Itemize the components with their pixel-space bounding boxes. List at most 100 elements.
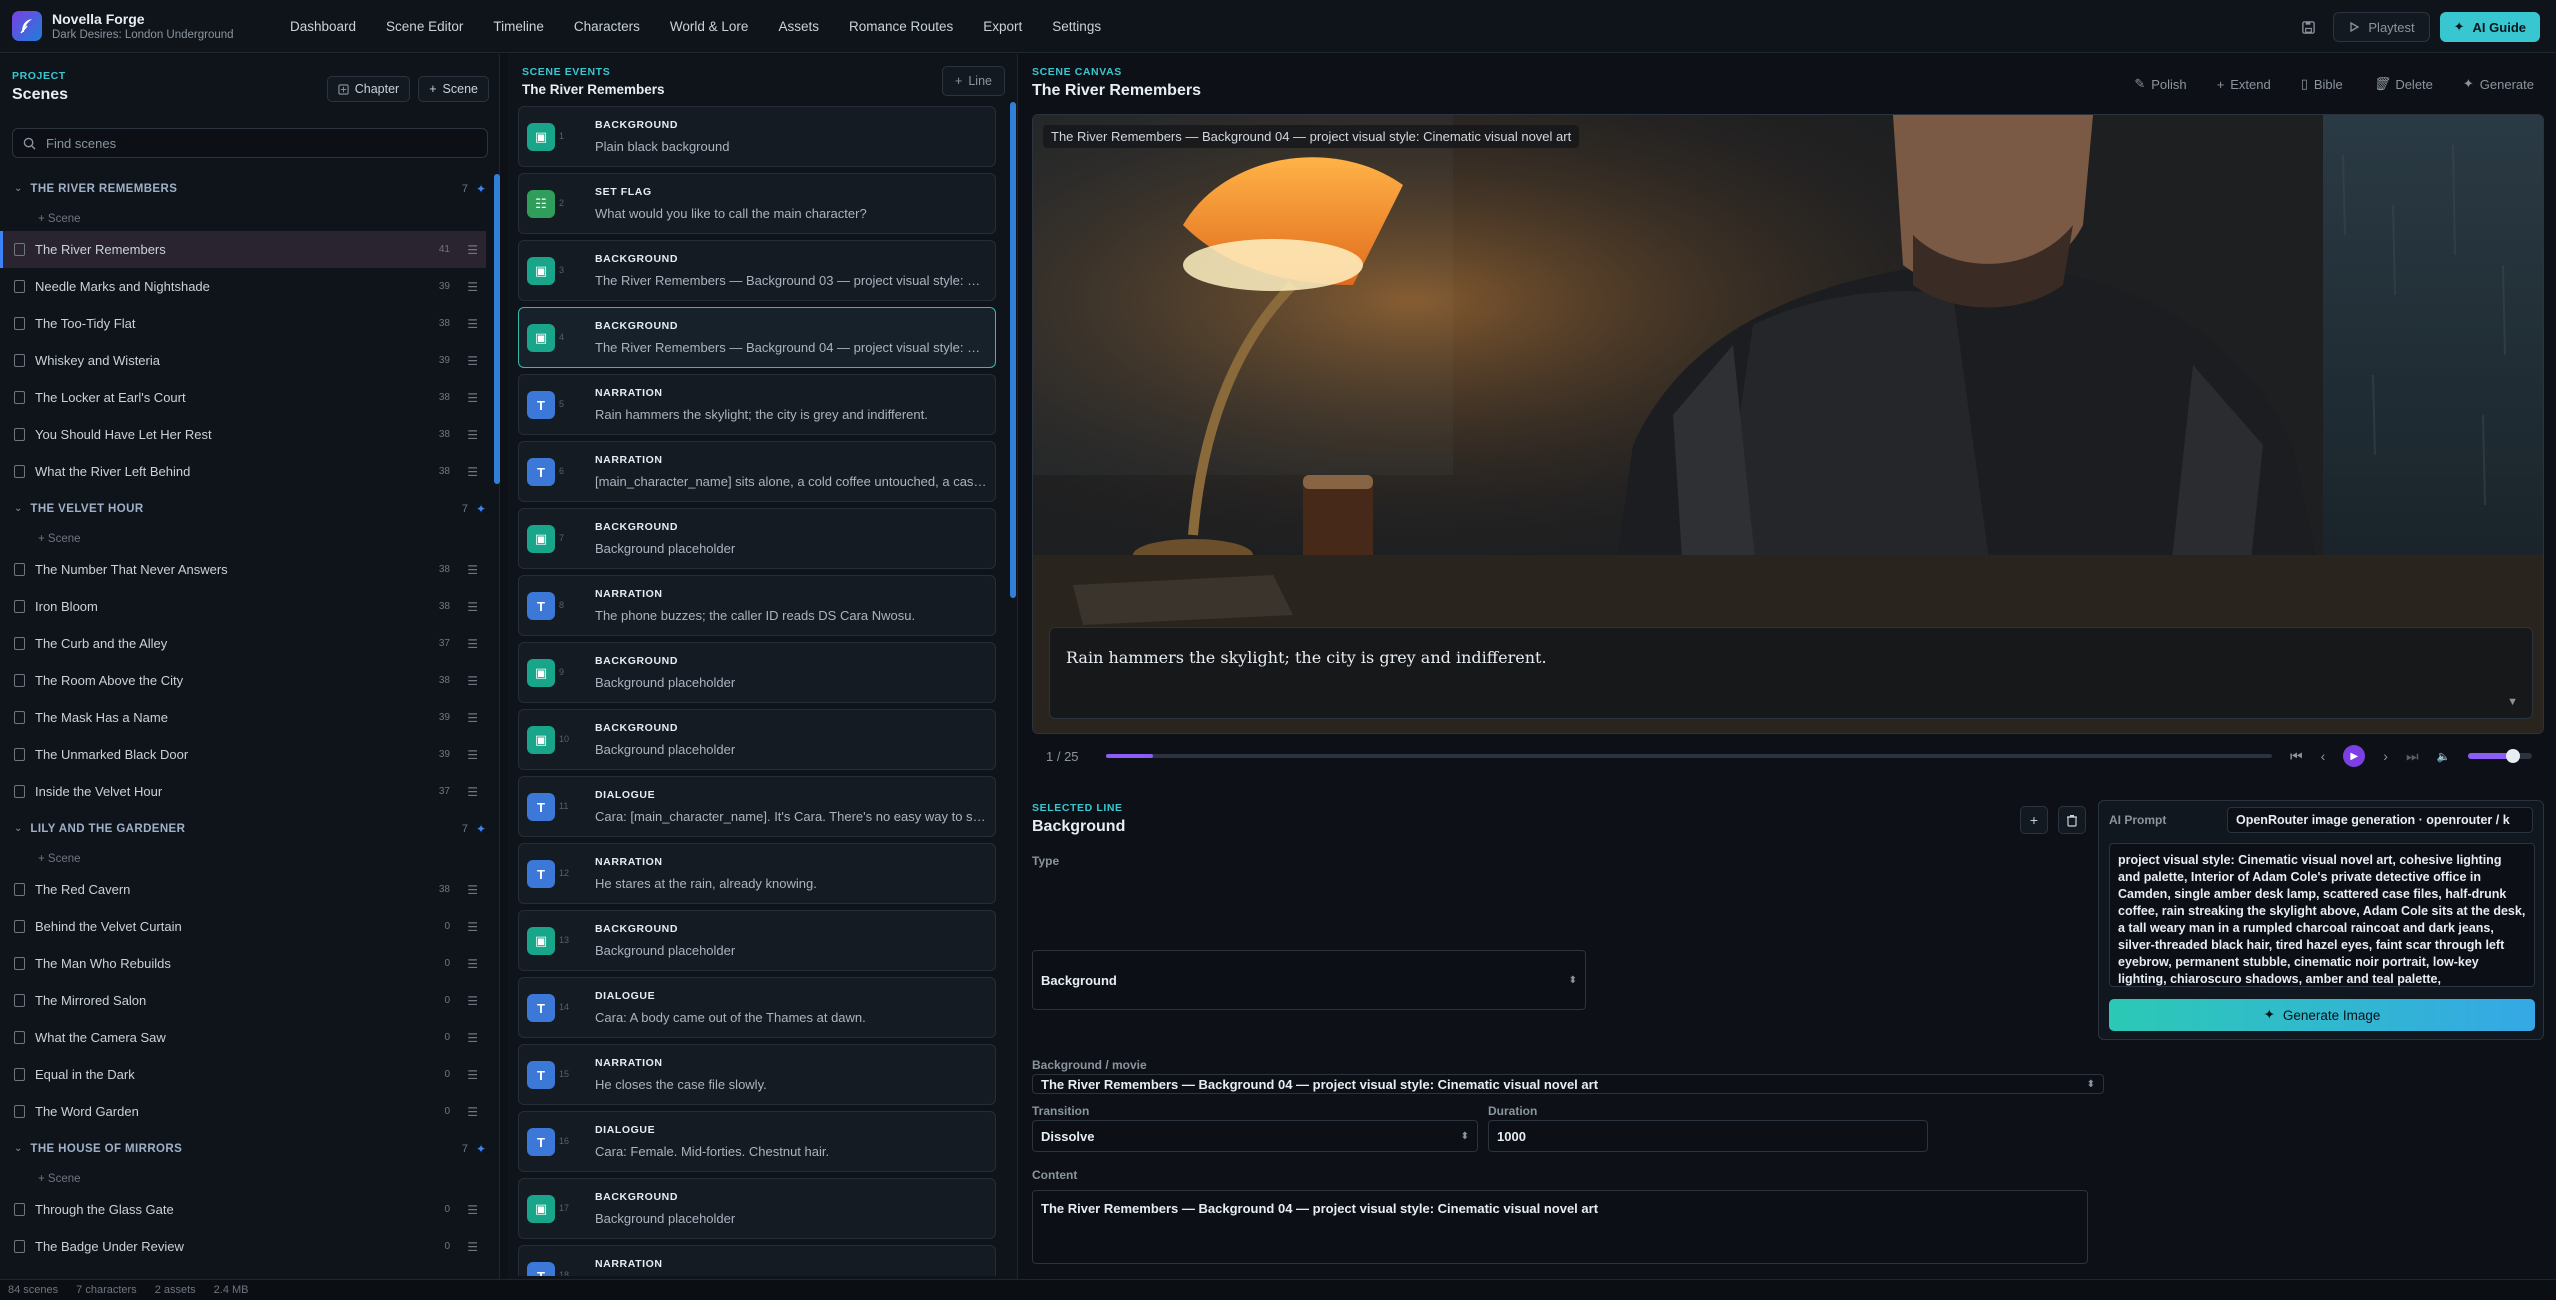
add-scene-button[interactable]: + Scene — [418, 76, 489, 102]
scene-item[interactable]: The Mask Has a Name 39 ☰ — [0, 699, 486, 736]
scene-preview[interactable]: The River Remembers — Background 04 — pr… — [1032, 114, 2544, 734]
volume-slider[interactable] — [2468, 749, 2533, 763]
menu-icon[interactable]: ☰ — [467, 1105, 478, 1119]
event-card[interactable]: T 11 DIALOGUE Cara: [main_character_name]. … — [518, 776, 996, 837]
chapter-header[interactable]: ⌄ THE VELVET HOUR 7 ✦ — [0, 490, 486, 527]
playtest-button[interactable]: Playtest — [2333, 12, 2430, 42]
scene-item[interactable]: The Red Cavern 38 ☰ — [0, 871, 486, 908]
scene-item[interactable]: The Mirrored Salon 0 ☰ — [0, 982, 486, 1019]
wand-icon[interactable]: ✦ — [476, 1142, 486, 1156]
menu-icon[interactable]: ☰ — [467, 994, 478, 1008]
nav-dashboard[interactable]: Dashboard — [290, 19, 356, 34]
event-card[interactable]: ☷ 2 SET FLAG What would you like to call th… — [518, 173, 996, 234]
wand-icon[interactable]: ✦ — [476, 822, 486, 836]
wand-icon[interactable]: ✦ — [476, 182, 486, 196]
polish-button[interactable]: ✎ Polish — [2134, 76, 2186, 92]
volume-icon[interactable]: 🔈 — [2437, 750, 2451, 763]
menu-icon[interactable]: ☰ — [467, 1203, 478, 1217]
scene-item[interactable]: The River Remembers 41 ☰ — [0, 231, 486, 268]
menu-icon[interactable]: ☰ — [467, 563, 478, 577]
save-icon[interactable] — [2293, 12, 2323, 42]
add-scene-link[interactable]: + Scene — [0, 527, 486, 551]
scene-item[interactable]: The Locker at Earl's Court 38 ☰ — [0, 379, 486, 416]
event-card[interactable]: ▣ 9 BACKGROUND Background placeholder — [518, 642, 996, 703]
model-select[interactable]: OpenRouter image generation · openrouter… — [2227, 807, 2533, 833]
menu-icon[interactable]: ☰ — [467, 637, 478, 651]
menu-icon[interactable]: ☰ — [467, 465, 478, 479]
scene-item[interactable]: The Room Above the City 38 ☰ — [0, 662, 486, 699]
menu-icon[interactable]: ☰ — [467, 280, 478, 294]
progress-track[interactable] — [1106, 754, 2272, 758]
chevron-down-icon[interactable]: ⌄ — [14, 823, 22, 834]
scene-item[interactable]: The Unmarked Black Door 39 ☰ — [0, 736, 486, 773]
event-card[interactable]: ▣ 10 BACKGROUND Background placeholder — [518, 709, 996, 770]
event-card[interactable]: T 6 NARRATION [main_character_name] sits al… — [518, 441, 996, 502]
delete-line-button[interactable] — [2058, 806, 2086, 834]
content-textarea[interactable]: The River Remembers — Background 04 — pr… — [1032, 1190, 2088, 1264]
scene-item[interactable]: Equal in the Dark 0 ☰ — [0, 1056, 486, 1093]
scene-item[interactable]: The Word Garden 0 ☰ — [0, 1093, 486, 1130]
wand-icon[interactable]: ✦ — [476, 502, 486, 516]
chevron-down-icon[interactable]: ⌄ — [14, 503, 22, 514]
event-card[interactable]: ▣ 1 BACKGROUND Plain black background — [518, 106, 996, 167]
prompt-textarea[interactable]: project visual style: Cinematic visual n… — [2109, 843, 2535, 987]
event-card[interactable]: ▣ 4 BACKGROUND The River Remembers — Backgr… — [518, 307, 996, 368]
event-card[interactable]: T 16 DIALOGUE Cara: Female. Mid-forties. Ch… — [518, 1111, 996, 1172]
nav-timeline[interactable]: Timeline — [493, 19, 544, 34]
type-select[interactable]: Background ⬍ — [1032, 950, 1586, 1010]
scene-item[interactable]: Through the Glass Gate 0 ☰ — [0, 1191, 486, 1228]
ai-guide-button[interactable]: ✦ AI Guide — [2439, 12, 2540, 42]
event-card[interactable]: T 12 NARRATION He stares at the rain, alrea… — [518, 843, 996, 904]
prev-icon[interactable]: ‹ — [2321, 748, 2326, 764]
nav-settings[interactable]: Settings — [1052, 19, 1101, 34]
event-card[interactable]: ▣ 13 BACKGROUND Background placeholder — [518, 910, 996, 971]
play-button[interactable]: ▶ — [2343, 745, 2366, 767]
menu-icon[interactable]: ☰ — [467, 748, 478, 762]
event-card[interactable]: ▣ 17 BACKGROUND Background placeholder — [518, 1178, 996, 1239]
menu-icon[interactable]: ☰ — [467, 600, 478, 614]
menu-icon[interactable]: ☰ — [467, 354, 478, 368]
event-card[interactable]: T 15 NARRATION He closes the case file slow… — [518, 1044, 996, 1105]
menu-icon[interactable]: ☰ — [467, 957, 478, 971]
events-scrollbar[interactable] — [1010, 102, 1016, 598]
add-chapter-button[interactable]: Chapter — [326, 76, 411, 102]
menu-icon[interactable]: ☰ — [467, 1031, 478, 1045]
menu-icon[interactable]: ☰ — [467, 920, 478, 934]
menu-icon[interactable]: ☰ — [467, 711, 478, 725]
add-line-button[interactable]: + Line — [942, 66, 1005, 96]
generate-image-button[interactable]: ✦ Generate Image — [2109, 999, 2535, 1031]
menu-icon[interactable]: ☰ — [467, 317, 478, 331]
nav-assets[interactable]: Assets — [778, 19, 819, 34]
chevron-down-icon[interactable]: ⌄ — [14, 1143, 22, 1154]
scene-item[interactable]: Whiskey and Wisteria 39 ☰ — [0, 342, 486, 379]
skip-end-icon[interactable]: ⏭ — [2406, 748, 2419, 765]
menu-icon[interactable]: ☰ — [467, 674, 478, 688]
nav-scene-editor[interactable]: Scene Editor — [386, 19, 463, 34]
menu-icon[interactable]: ☰ — [467, 391, 478, 405]
nav-romance-routes[interactable]: Romance Routes — [849, 19, 953, 34]
scene-item[interactable]: Inside the Velvet Hour 37 ☰ — [0, 773, 486, 810]
scene-item[interactable]: The Number That Never Answers 38 ☰ — [0, 551, 486, 588]
menu-icon[interactable]: ☰ — [467, 243, 478, 257]
chapter-header[interactable]: ⌄ THE HOUSE OF MIRRORS 7 ✦ — [0, 1130, 486, 1167]
extend-button[interactable]: + Extend — [2217, 76, 2271, 92]
generate-button[interactable]: ✦ Generate — [2463, 76, 2534, 92]
transition-select[interactable]: Dissolve ⬍ — [1032, 1120, 1478, 1152]
dialogue-box[interactable]: Rain hammers the skylight; the city is g… — [1049, 627, 2533, 719]
scene-item[interactable]: The Man Who Rebuilds 0 ☰ — [0, 945, 486, 982]
bible-button[interactable]: ▯ Bible — [2301, 76, 2343, 92]
scene-item[interactable]: The Curb and the Alley 37 ☰ — [0, 625, 486, 662]
menu-icon[interactable]: ☰ — [467, 883, 478, 897]
volume-knob[interactable] — [2506, 749, 2521, 763]
event-card[interactable]: ▣ 7 BACKGROUND Background placeholder — [518, 508, 996, 569]
event-card[interactable]: T 8 NARRATION The phone buzzes; the caller … — [518, 575, 996, 636]
scene-item[interactable]: Needle Marks and Nightshade 39 ☰ — [0, 268, 486, 305]
add-scene-link[interactable]: + Scene — [0, 847, 486, 871]
chapter-header[interactable]: ⌄ LILY AND THE GARDENER 7 ✦ — [0, 810, 486, 847]
advance-arrow-icon[interactable]: ▼ — [2507, 696, 2518, 708]
nav-export[interactable]: Export — [983, 19, 1022, 34]
search-input[interactable]: Find scenes — [12, 128, 488, 158]
scene-item[interactable]: What the Camera Saw 0 ☰ — [0, 1019, 486, 1056]
menu-icon[interactable]: ☰ — [467, 1240, 478, 1254]
duration-input[interactable]: 1000 — [1488, 1120, 1928, 1152]
